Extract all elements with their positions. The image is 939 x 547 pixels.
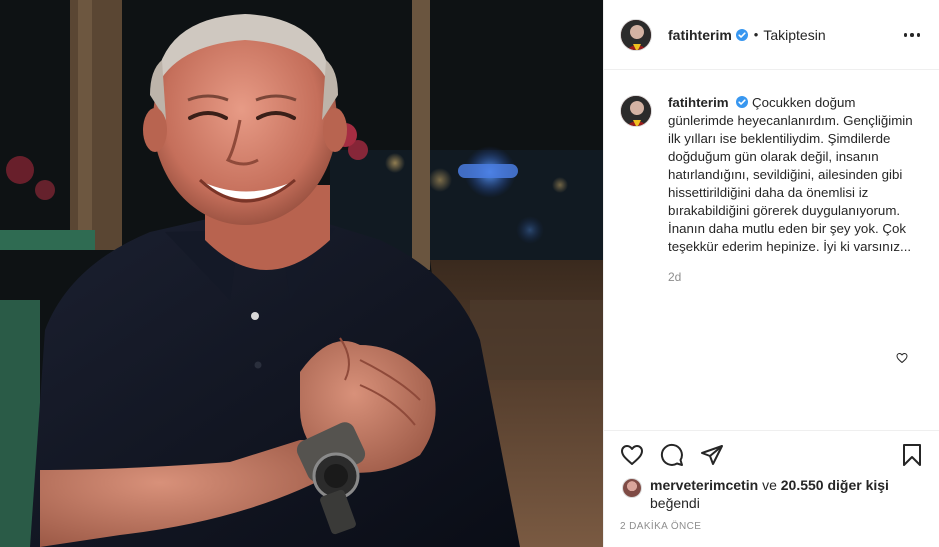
liker-avatar[interactable] (622, 478, 642, 498)
post-photo-illustration (0, 0, 603, 547)
likes-conjunction: ve (762, 477, 777, 493)
share-icon[interactable] (700, 443, 724, 467)
caption-username[interactable]: fatihterim (668, 95, 729, 110)
likes-summary: merveterimcetin ve 20.550 diğer kişi beğ… (620, 476, 924, 512)
heart-icon[interactable] (620, 443, 644, 467)
verified-badge-icon (735, 28, 748, 41)
more-options-icon[interactable] (900, 26, 924, 44)
caption-item: fatihterim Çocukken doğum günlerimde hey… (620, 94, 924, 286)
post-timestamp[interactable]: 2 DAKİKA ÖNCE (620, 521, 701, 532)
post-details-panel: fatihterim • Takiptesin fatihterim Çocuk… (603, 0, 939, 547)
caption-text: Çocukken doğum günlerimde heyecanlanırdı… (668, 95, 913, 254)
likes-line: merveterimcetin ve 20.550 diğer kişi (620, 476, 924, 494)
follow-status[interactable]: Takiptesin (763, 27, 825, 43)
post-header: fatihterim • Takiptesin (604, 0, 939, 70)
post-photo[interactable] (0, 0, 603, 547)
comments-section: fatihterim Çocukken doğum günlerimde hey… (604, 70, 939, 430)
caption-body: fatihterim Çocukken doğum günlerimde hey… (668, 94, 924, 286)
comment-icon[interactable] (660, 443, 684, 467)
liked-label: beğendi (650, 495, 700, 511)
author-avatar[interactable] (620, 18, 652, 51)
liker-username[interactable]: merveterimcetin (650, 477, 758, 493)
caption-timestamp[interactable]: 2d (668, 268, 924, 286)
bookmark-icon[interactable] (900, 443, 924, 467)
author-username[interactable]: fatihterim (668, 27, 732, 43)
action-bar (604, 430, 939, 474)
caption-like-heart-icon[interactable] (896, 352, 908, 364)
header-separator: • (753, 27, 759, 42)
caption-avatar[interactable] (620, 95, 652, 127)
likes-others-link[interactable]: 20.550 diğer kişi (781, 477, 889, 493)
verified-badge-icon (736, 96, 749, 108)
